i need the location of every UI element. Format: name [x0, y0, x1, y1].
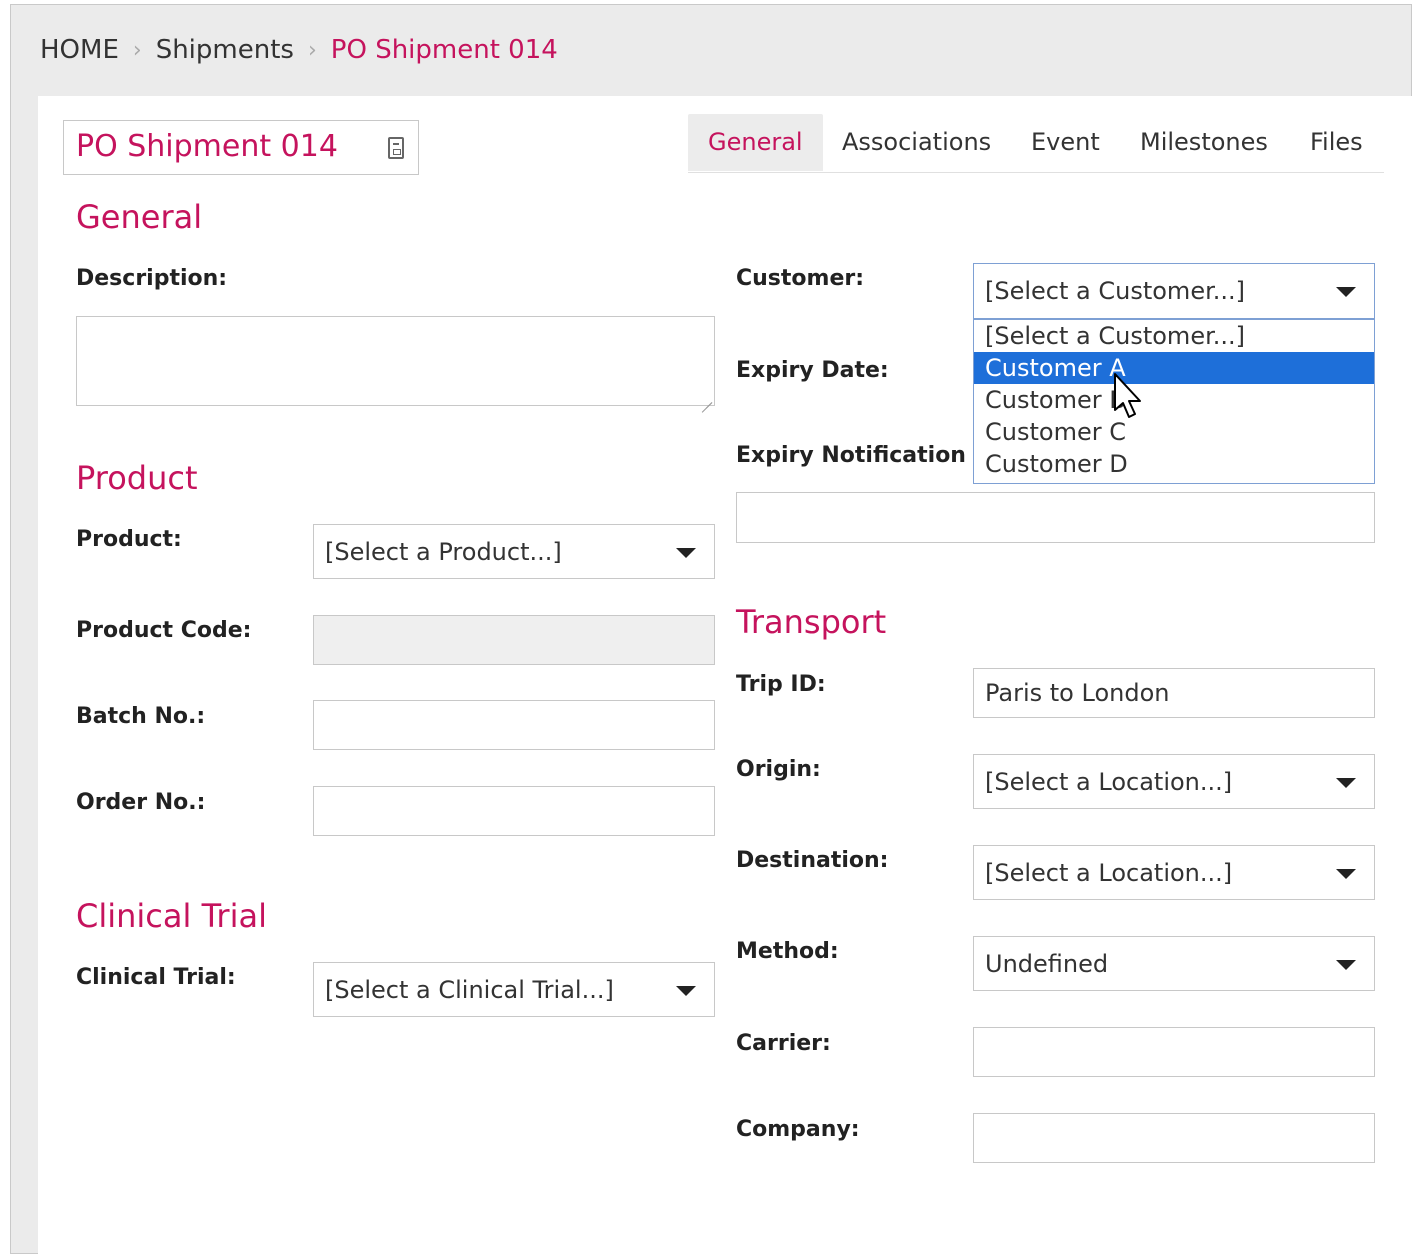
destination-select[interactable]: [Select a Location...]	[973, 845, 1375, 900]
method-select[interactable]: Undefined	[973, 936, 1375, 991]
tab-event[interactable]: Event	[1031, 114, 1100, 171]
tab-associations[interactable]: Associations	[842, 114, 991, 171]
clinical-trial-select[interactable]: [Select a Clinical Trial...]	[313, 962, 715, 1017]
transport-heading: Transport	[736, 603, 887, 641]
chevron-down-icon	[1336, 287, 1356, 297]
company-label: Company:	[736, 1117, 860, 1142]
method-select-value: Undefined	[985, 949, 1109, 978]
order-input[interactable]	[313, 786, 715, 836]
clinical-trial-label: Clinical Trial:	[76, 965, 236, 990]
chevron-down-icon	[1336, 868, 1356, 879]
chevron-down-icon	[676, 985, 696, 996]
customer-select[interactable]: [Select a Customer...]	[973, 263, 1375, 319]
product-code-label: Product Code:	[76, 618, 252, 643]
carrier-label: Carrier:	[736, 1031, 831, 1056]
dropdown-option[interactable]: Customer D	[974, 448, 1374, 480]
origin-label: Origin:	[736, 757, 821, 782]
order-label: Order No.:	[76, 790, 206, 815]
breadcrumb: HOME › Shipments › PO Shipment 014	[40, 30, 558, 70]
chevron-down-icon	[1336, 777, 1356, 788]
trip-id-label: Trip ID:	[736, 672, 826, 697]
chevron-down-icon	[1336, 959, 1356, 970]
destination-select-value: [Select a Location...]	[985, 858, 1233, 887]
breadcrumb-shipments[interactable]: Shipments	[156, 35, 294, 65]
resize-grip-icon[interactable]	[700, 391, 712, 403]
product-select[interactable]: [Select a Product...]	[313, 524, 715, 579]
mouse-pointer-icon	[1114, 373, 1141, 418]
product-label: Product:	[76, 527, 182, 552]
document-icon[interactable]	[388, 137, 404, 159]
carrier-input[interactable]	[973, 1027, 1375, 1077]
origin-select-value: [Select a Location...]	[985, 767, 1233, 796]
general-heading: General	[76, 198, 203, 236]
product-heading: Product	[76, 459, 198, 497]
batch-input[interactable]	[313, 700, 715, 750]
product-code-field	[313, 615, 715, 665]
tab-files[interactable]: Files	[1310, 114, 1363, 171]
breadcrumb-home[interactable]: HOME	[40, 35, 119, 65]
dropdown-option[interactable]: Customer C	[974, 416, 1374, 448]
expiry-notification-label: Expiry Notification Re	[736, 443, 1006, 468]
description-label: Description:	[76, 266, 228, 291]
dropdown-option[interactable]: Customer B	[974, 384, 1374, 416]
dropdown-option-highlighted[interactable]: Customer A	[974, 352, 1374, 384]
record-title-field[interactable]: PO Shipment 014	[63, 120, 419, 175]
description-textarea[interactable]	[76, 316, 715, 406]
expiry-notification-input[interactable]	[736, 492, 1375, 543]
expiry-date-label: Expiry Date:	[736, 358, 889, 383]
customer-select-value: [Select a Customer...]	[985, 277, 1245, 305]
trip-id-input[interactable]: Paris to London	[973, 668, 1375, 718]
clinical-trial-select-value: [Select a Clinical Trial...]	[325, 975, 614, 1004]
record-title: PO Shipment 014	[76, 129, 338, 164]
tab-general[interactable]: General	[688, 114, 823, 171]
tab-milestones[interactable]: Milestones	[1140, 114, 1268, 171]
method-label: Method:	[736, 939, 839, 964]
clinical-trial-heading: Clinical Trial	[76, 897, 267, 935]
destination-label: Destination:	[736, 848, 889, 873]
company-input[interactable]	[973, 1113, 1375, 1163]
trip-id-value: Paris to London	[985, 679, 1170, 707]
customer-label: Customer:	[736, 266, 865, 291]
dropdown-option[interactable]: [Select a Customer...]	[974, 320, 1374, 352]
chevron-down-icon	[676, 547, 696, 558]
breadcrumb-chevron-icon: ›	[307, 37, 317, 63]
breadcrumb-chevron-icon: ›	[132, 37, 142, 63]
origin-select[interactable]: [Select a Location...]	[973, 754, 1375, 809]
batch-label: Batch No.:	[76, 704, 206, 729]
product-select-value: [Select a Product...]	[325, 537, 562, 566]
tab-bar: General Associations Event Milestones Fi…	[688, 114, 1384, 173]
customer-dropdown-list: [Select a Customer...] Customer A Custom…	[973, 319, 1375, 484]
breadcrumb-current: PO Shipment 014	[330, 35, 558, 65]
